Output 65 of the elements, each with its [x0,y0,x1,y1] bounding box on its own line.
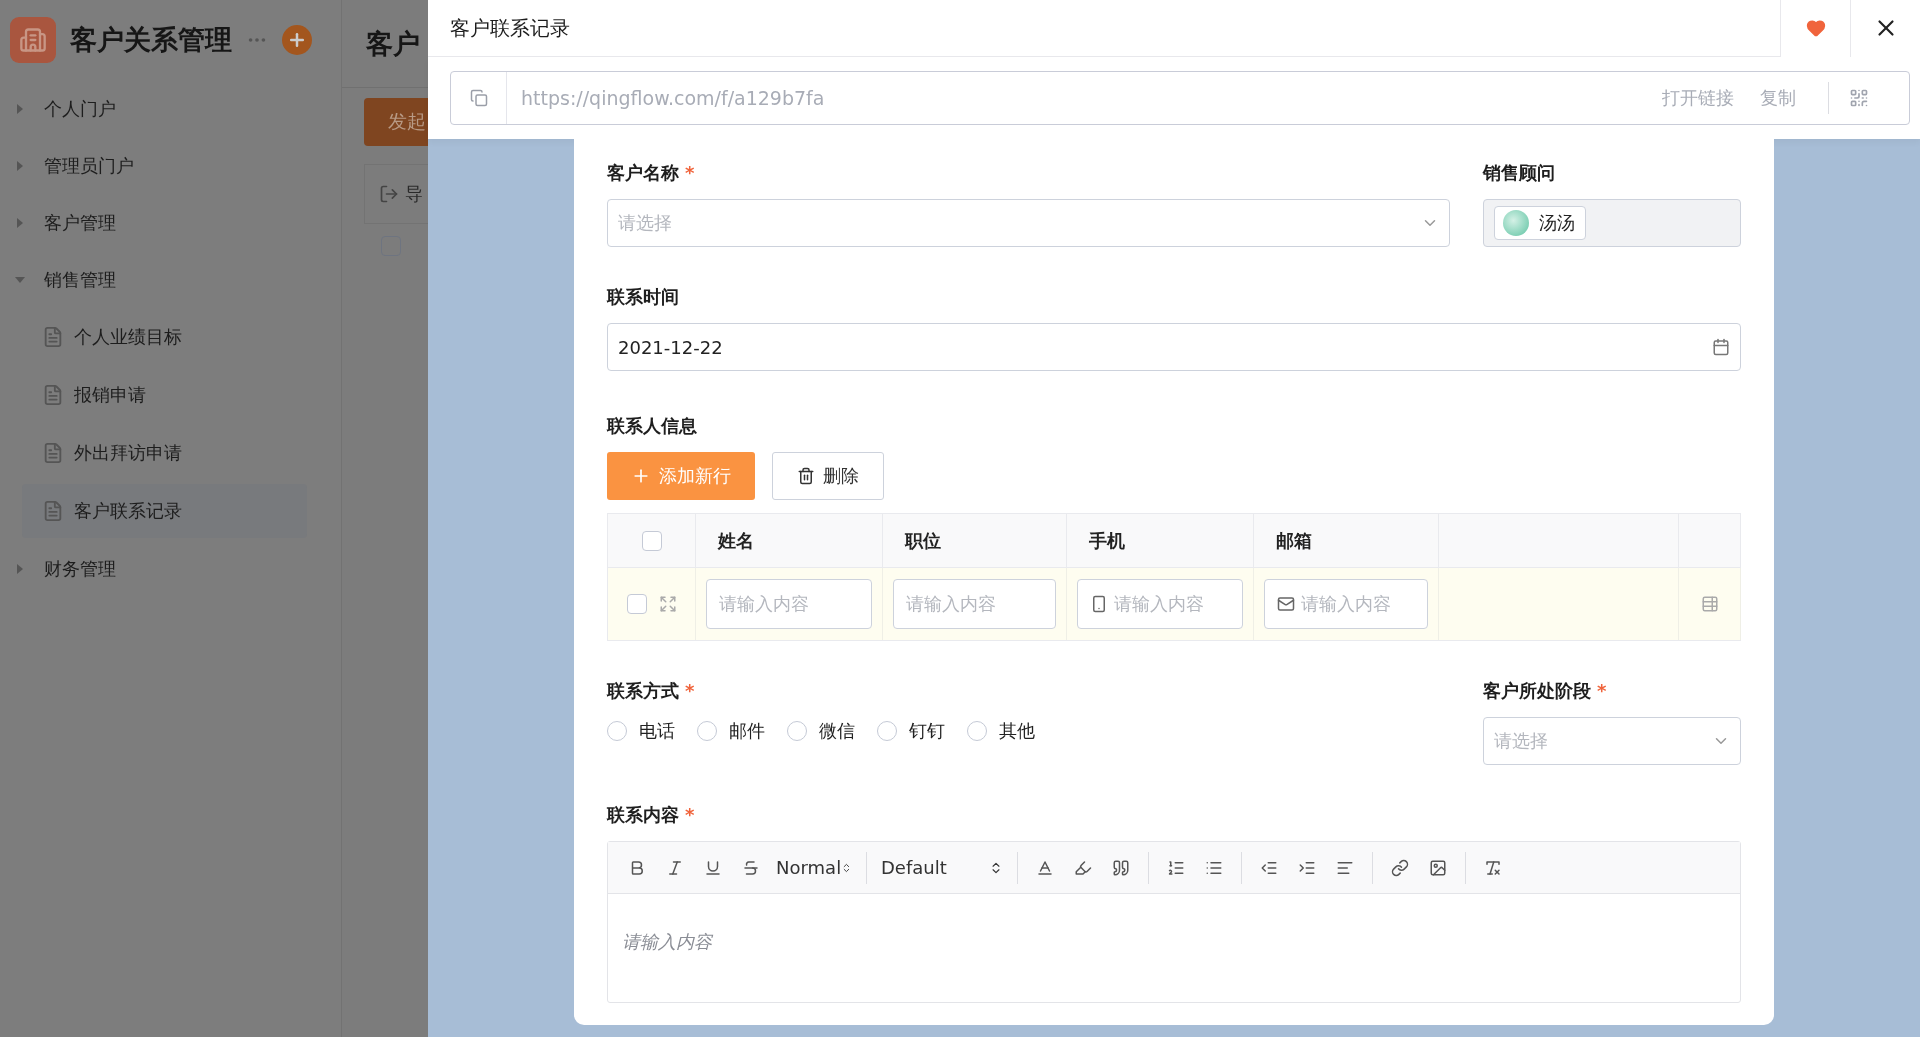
font-select[interactable]: Default [877,850,1007,885]
app-title: 客户关系管理 [70,23,232,57]
trash-icon [797,467,815,485]
sidebar-item[interactable]: 外出拜访申请 [22,426,307,480]
sidebar-item[interactable]: 客户联系记录 [22,484,307,538]
link-action[interactable]: 打开链接 [1662,86,1734,110]
required-mark: * [1597,680,1607,701]
heading-select[interactable]: Normal [772,850,856,885]
select-all-checkbox[interactable] [641,530,662,551]
form-icon [42,442,64,464]
form-icon [42,326,64,348]
field-label: 客户所处阶段 * [1483,679,1608,703]
date-field[interactable]: 2021-12-22 [607,323,1741,371]
app-logo [10,17,56,63]
add-button[interactable] [282,25,312,55]
required-mark: * [685,804,695,825]
field-label: 联系内容 * [607,803,696,827]
qr-code-icon[interactable] [1849,88,1869,108]
required-mark: * [685,680,695,701]
member-chip: 汤汤 [1494,206,1586,240]
url-text: https://qingflow.com/f/a129b7fa [520,87,826,109]
close-button[interactable] [1850,0,1920,57]
delete-button[interactable]: 删除 [772,452,884,500]
form-icon [42,384,64,406]
sidebar-item[interactable]: 个人业绩目标 [22,310,307,364]
plus-icon [287,30,307,50]
field-label: 联系时间 [607,285,680,309]
row-checkbox[interactable] [626,594,647,614]
avatar [1503,210,1529,236]
start-button[interactable]: 发起 [364,98,428,146]
sidebar-group[interactable]: 个人门户 [0,80,341,137]
field-label: 客户名称 * [607,161,696,185]
export-icon [379,184,399,204]
field-label: 销售顾问 [1483,161,1556,185]
form-icon [42,500,64,522]
column-header: 邮箱 [1254,514,1439,568]
modal-title: 客户联系记录 [449,14,571,42]
sidebar-group[interactable]: 财务管理 [0,540,341,597]
sidebar-group[interactable]: 管理员门户 [0,137,341,194]
copy-icon [469,89,488,107]
row-menu-icon[interactable] [1700,595,1719,613]
radio-option[interactable]: 钉钉 [877,719,945,743]
add-row-button[interactable]: 添加新行 [607,452,755,500]
sidebar-group[interactable]: 客户管理 [0,194,341,251]
radio-option[interactable]: 微信 [787,719,855,743]
calendar-icon [1712,338,1730,356]
phone-icon [1090,595,1108,613]
radio-option[interactable]: 电话 [607,719,675,743]
field-label: 联系方式 * [607,679,696,703]
link-action[interactable]: 复制 [1760,86,1796,110]
column-header: 姓名 [696,514,883,568]
sidebar-group[interactable]: 销售管理 [0,251,341,308]
expand-icon[interactable] [658,595,677,613]
required-mark: * [685,162,695,183]
radio-option[interactable]: 邮件 [697,719,765,743]
column-header: 职位 [883,514,1067,568]
sidebar-item[interactable]: 报销申请 [22,368,307,422]
mail-icon [1277,595,1295,613]
radio-option[interactable]: 其他 [967,719,1035,743]
editor-field[interactable]: 请输入内容 [608,894,1740,1002]
column-header: 手机 [1067,514,1254,568]
field-label: 联系人信息 [607,414,698,438]
favorite-button[interactable] [1780,0,1850,57]
heart-icon [1805,18,1826,38]
page-title: 客户 [366,26,420,61]
